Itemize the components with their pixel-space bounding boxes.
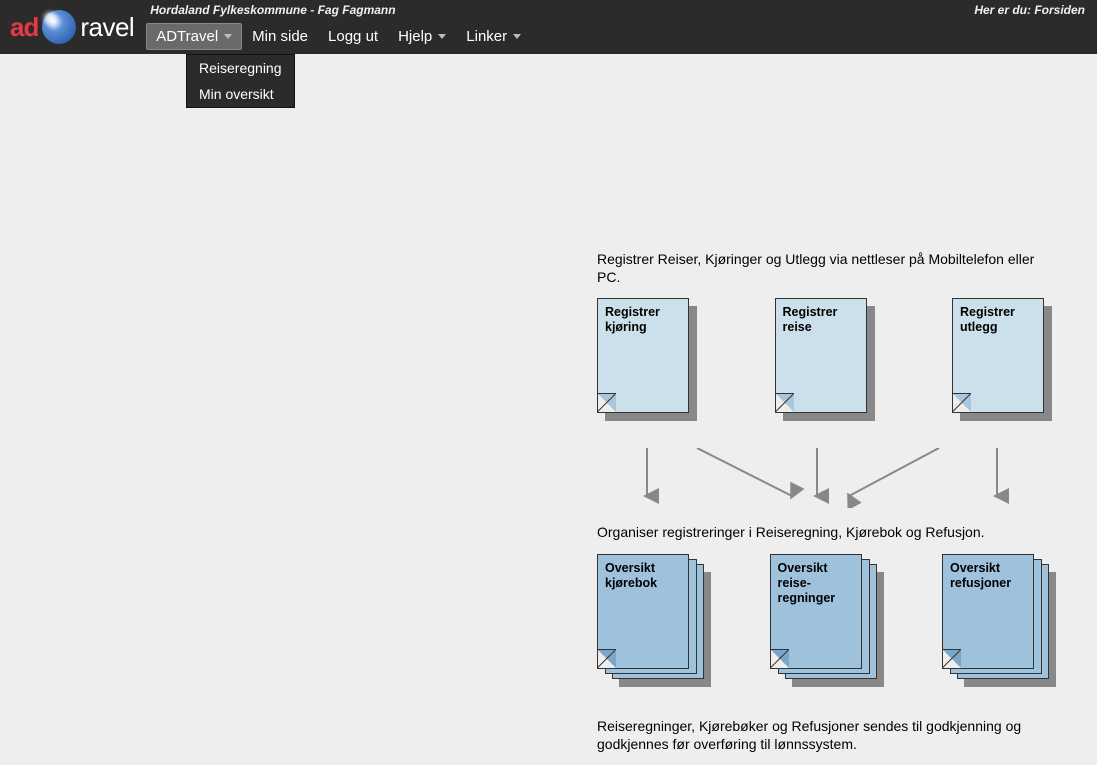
logo-text-ravel: ravel <box>80 12 134 43</box>
card-oversikt-reiseregninger[interactable]: Oversikt reise-regninger <box>770 554 885 689</box>
card-label: Oversikt refusjoner <box>950 561 1011 590</box>
page-icon: Registrer reise <box>775 298 867 413</box>
header-right: Hordaland Fylkeskommune - Fag Fagmann He… <box>144 0 1097 54</box>
menu-min-side[interactable]: Min side <box>242 23 318 50</box>
card-label: Registrer kjøring <box>605 305 660 334</box>
card-label: Registrer reise <box>783 305 838 334</box>
chevron-down-icon <box>224 34 232 39</box>
menu-bar: ADTravel Min side Logg ut Hjelp Linker <box>144 20 1097 52</box>
instruction-step2: Organiser registreringer i Reiseregning,… <box>597 523 1057 541</box>
card-registrer-kjoring[interactable]: Registrer kjøring <box>597 298 702 423</box>
chevron-down-icon <box>438 34 446 39</box>
globe-icon <box>42 10 76 44</box>
instruction-step1: Registrer Reiser, Kjøringer og Utlegg vi… <box>597 250 1057 286</box>
fold-icon <box>953 394 971 412</box>
chevron-down-icon <box>513 34 521 39</box>
main-content: Registrer Reiser, Kjøringer og Utlegg vi… <box>597 250 1057 765</box>
arrows-diagram <box>597 448 1057 508</box>
logo: ad ravel <box>0 0 144 54</box>
menu-label: Hjelp <box>398 28 432 45</box>
menu-linker[interactable]: Linker <box>456 23 531 50</box>
card-label: Registrer utlegg <box>960 305 1015 334</box>
fold-icon <box>598 394 616 412</box>
logo-text-ad: ad <box>10 12 38 43</box>
info-bar: Hordaland Fylkeskommune - Fag Fagmann He… <box>144 0 1097 20</box>
dropdown-item-min-oversikt[interactable]: Min oversikt <box>187 81 294 107</box>
menu-label: Logg ut <box>328 28 378 45</box>
org-user-info: Hordaland Fylkeskommune - Fag Fagmann <box>150 3 395 17</box>
menu-hjelp[interactable]: Hjelp <box>388 23 456 50</box>
card-registrer-reise[interactable]: Registrer reise <box>775 298 880 423</box>
arrows-svg <box>597 448 1047 508</box>
instruction-step3: Reiseregninger, Kjørebøker og Refusjoner… <box>597 717 1057 753</box>
menu-adtravel[interactable]: ADTravel <box>146 23 242 50</box>
header-bar: ad ravel Hordaland Fylkeskommune - Fag F… <box>0 0 1097 54</box>
menu-logg-ut[interactable]: Logg ut <box>318 23 388 50</box>
menu-label: Min side <box>252 28 308 45</box>
register-row: Registrer kjøring Registrer reise Regist… <box>597 298 1057 423</box>
page-icon: Registrer kjøring <box>597 298 689 413</box>
dropdown-adtravel: Reiseregning Min oversikt <box>186 54 295 108</box>
page-icon: Registrer utlegg <box>952 298 1044 413</box>
overview-row: Oversikt kjørebok Oversikt reise-regning… <box>597 554 1057 689</box>
card-registrer-utlegg[interactable]: Registrer utlegg <box>952 298 1057 423</box>
stack-page-front: Oversikt kjørebok <box>597 554 689 669</box>
card-label: Oversikt kjørebok <box>605 561 657 590</box>
menu-label: ADTravel <box>156 28 218 45</box>
stack-page-front: Oversikt refusjoner <box>942 554 1034 669</box>
card-oversikt-kjorebok[interactable]: Oversikt kjørebok <box>597 554 712 689</box>
dropdown-item-reiseregning[interactable]: Reiseregning <box>187 55 294 81</box>
breadcrumb: Her er du: Forsiden <box>974 3 1085 17</box>
stack-page-front: Oversikt reise-regninger <box>770 554 862 669</box>
card-oversikt-refusjoner[interactable]: Oversikt refusjoner <box>942 554 1057 689</box>
card-label: Oversikt reise-regninger <box>778 561 836 605</box>
menu-label: Linker <box>466 28 507 45</box>
